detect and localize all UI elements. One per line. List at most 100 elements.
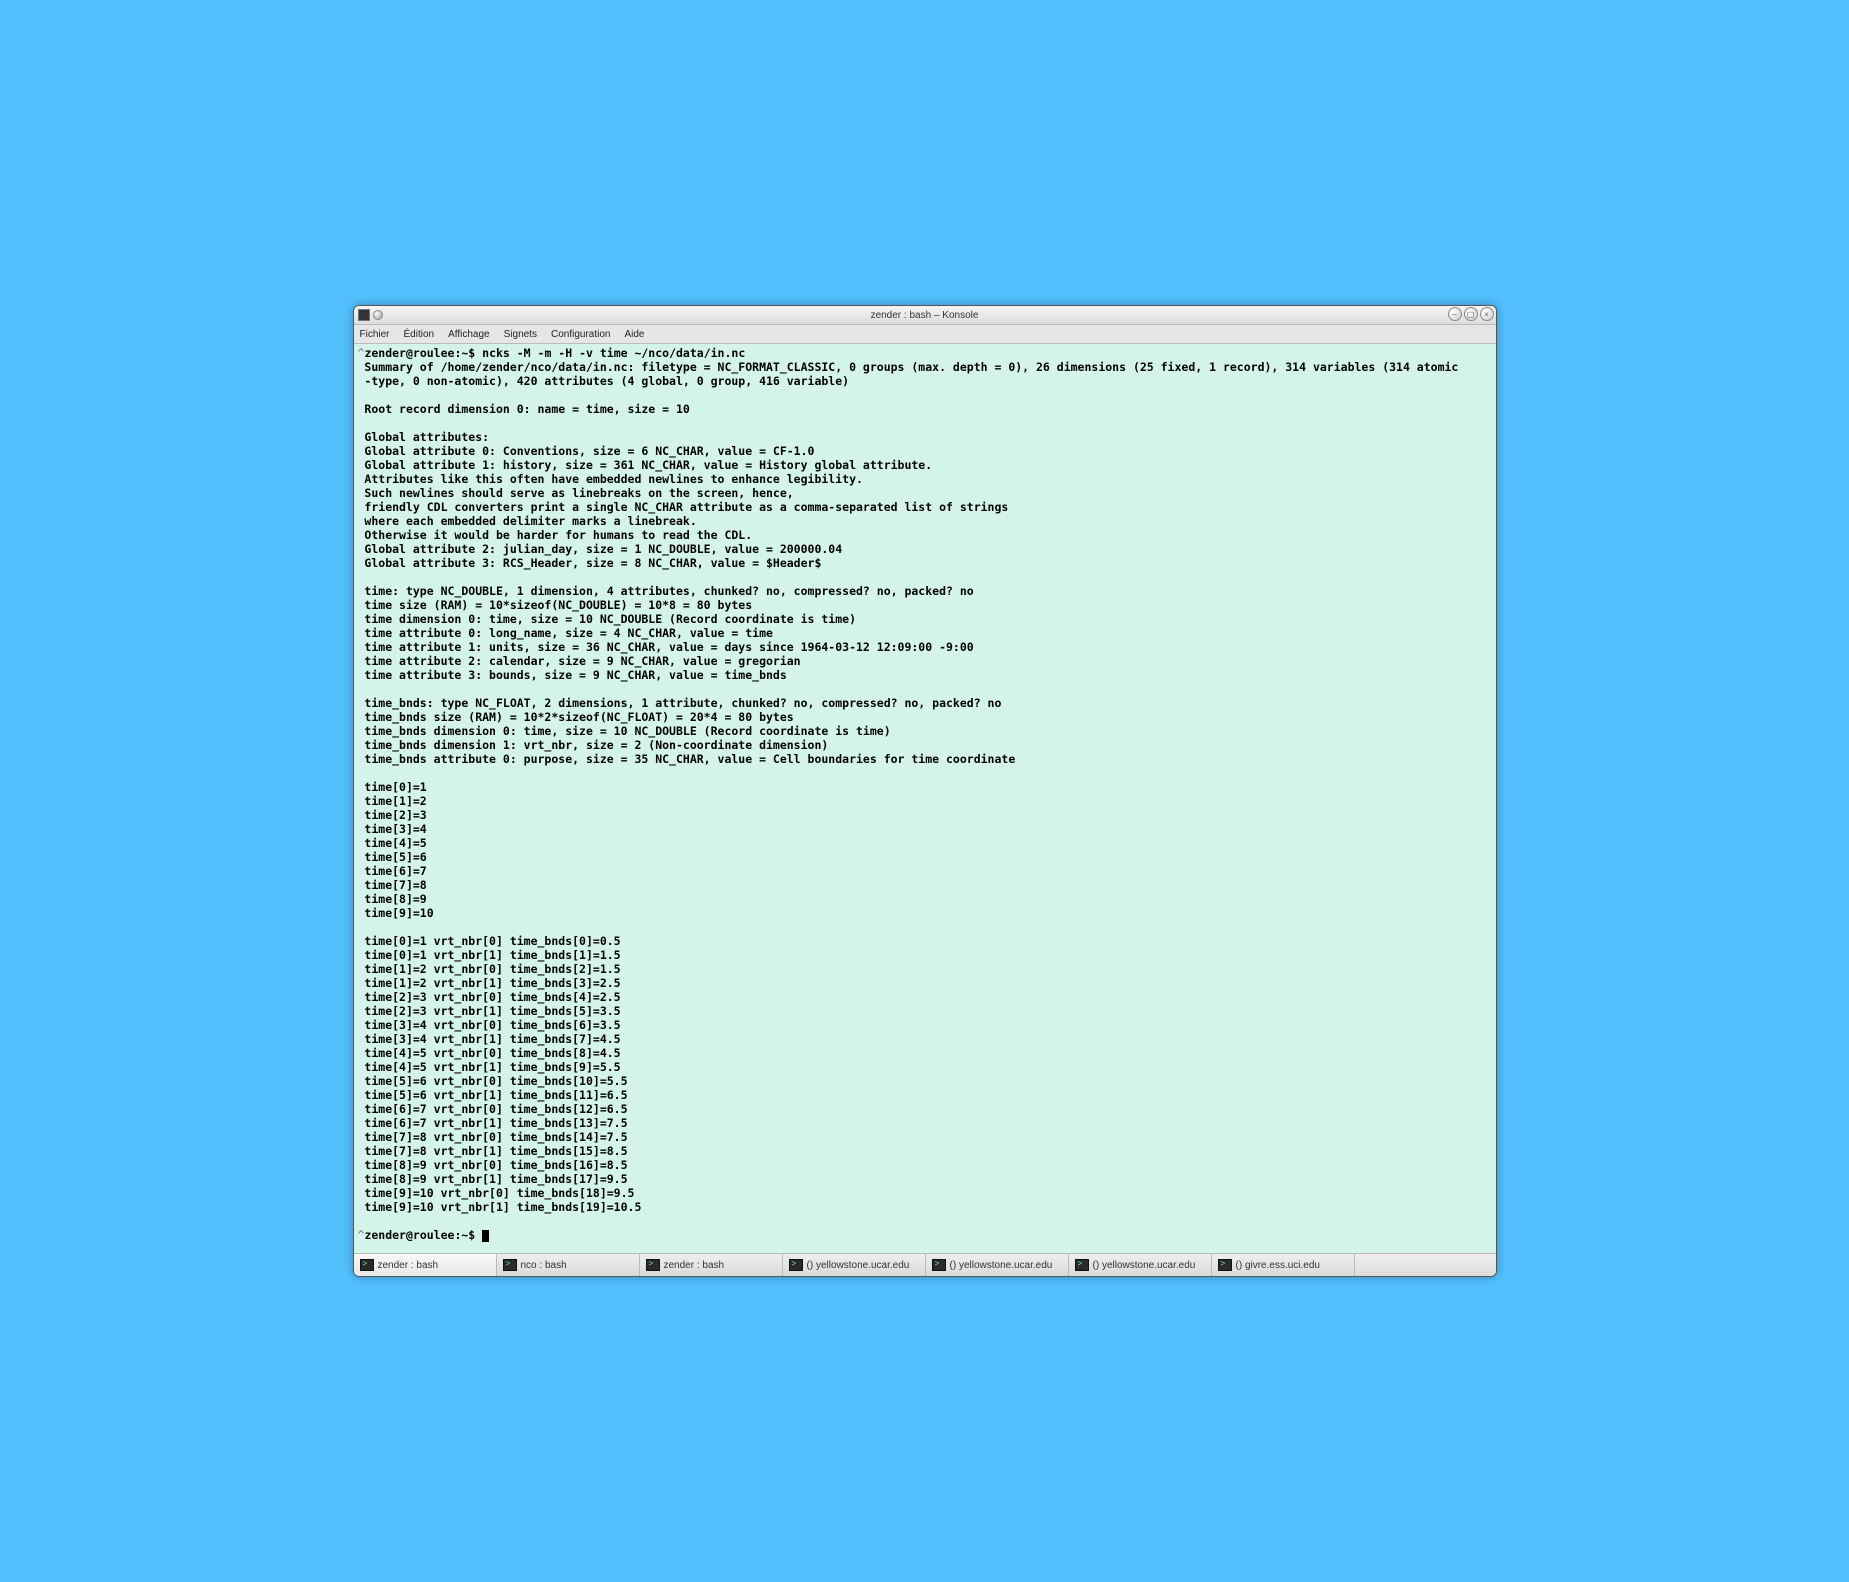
- app-icon: [358, 309, 370, 321]
- terminal-icon: [1075, 1259, 1089, 1271]
- output-line: time[2]=3 vrt_nbr[1] time_bnds[5]=3.5: [358, 1004, 1492, 1018]
- window-title: zender : bash – Konsole: [354, 310, 1496, 321]
- terminal-icon: [1218, 1259, 1232, 1271]
- output-line: Attributes like this often have embedded…: [358, 472, 1492, 486]
- output-line: time_bnds dimension 0: time, size = 10 N…: [358, 724, 1492, 738]
- konsole-window: zender : bash – Konsole – ▢ × Fichier Éd…: [353, 305, 1497, 1277]
- output-line: Global attribute 3: RCS_Header, size = 8…: [358, 556, 1492, 570]
- output-line: time[8]=9 vrt_nbr[1] time_bnds[17]=9.5: [358, 1172, 1492, 1186]
- tab-label: () yellowstone.ucar.edu: [1093, 1260, 1196, 1271]
- tab-session-5[interactable]: () yellowstone.ucar.edu: [926, 1254, 1069, 1276]
- menubar: Fichier Édition Affichage Signets Config…: [354, 325, 1496, 344]
- output-line: time[3]=4: [358, 822, 1492, 836]
- output-line: time attribute 1: units, size = 36 NC_CH…: [358, 640, 1492, 654]
- output-line: time[5]=6: [358, 850, 1492, 864]
- tab-session-6[interactable]: () yellowstone.ucar.edu: [1069, 1254, 1212, 1276]
- output-line: time attribute 3: bounds, size = 9 NC_CH…: [358, 668, 1492, 682]
- output-line: friendly CDL converters print a single N…: [358, 500, 1492, 514]
- output-line: time[5]=6 vrt_nbr[1] time_bnds[11]=6.5: [358, 1088, 1492, 1102]
- terminal-icon: [503, 1259, 517, 1271]
- output-line: time: type NC_DOUBLE, 1 dimension, 4 att…: [358, 584, 1492, 598]
- output-line: Global attributes:: [358, 430, 1492, 444]
- output-line: time[7]=8: [358, 878, 1492, 892]
- output-line: [358, 920, 1492, 934]
- output-line: time attribute 2: calendar, size = 9 NC_…: [358, 654, 1492, 668]
- output-line: Global attribute 0: Conventions, size = …: [358, 444, 1492, 458]
- tab-session-3[interactable]: zender : bash: [640, 1254, 783, 1276]
- output-line: [358, 682, 1492, 696]
- output-line: time[9]=10 vrt_nbr[1] time_bnds[19]=10.5: [358, 1200, 1492, 1214]
- output-line: time_bnds: type NC_FLOAT, 2 dimensions, …: [358, 696, 1492, 710]
- output-line: time[7]=8 vrt_nbr[0] time_bnds[14]=7.5: [358, 1130, 1492, 1144]
- tab-label: () givre.ess.uci.edu: [1236, 1260, 1320, 1271]
- output-line: time[6]=7 vrt_nbr[0] time_bnds[12]=6.5: [358, 1102, 1492, 1116]
- tab-label: () yellowstone.ucar.edu: [807, 1260, 910, 1271]
- titlebar[interactable]: zender : bash – Konsole – ▢ ×: [354, 306, 1496, 325]
- terminal-icon: [789, 1259, 803, 1271]
- output-line: [358, 766, 1492, 780]
- output-line: time[2]=3: [358, 808, 1492, 822]
- terminal-icon: [932, 1259, 946, 1271]
- tab-label: nco : bash: [521, 1260, 567, 1271]
- tab-label: zender : bash: [378, 1260, 439, 1271]
- output-line: Such newlines should serve as linebreaks…: [358, 486, 1492, 500]
- menu-signets[interactable]: Signets: [504, 329, 537, 340]
- output-line: time[3]=4 vrt_nbr[0] time_bnds[6]=3.5: [358, 1018, 1492, 1032]
- tab-label: () yellowstone.ucar.edu: [950, 1260, 1053, 1271]
- output-line: Global attribute 1: history, size = 361 …: [358, 458, 1492, 472]
- output-line: time[4]=5: [358, 836, 1492, 850]
- menu-affichage[interactable]: Affichage: [448, 329, 490, 340]
- maximize-button[interactable]: ▢: [1464, 307, 1478, 321]
- tab-session-2[interactable]: nco : bash: [497, 1254, 640, 1276]
- output-line: time[4]=5 vrt_nbr[1] time_bnds[9]=5.5: [358, 1060, 1492, 1074]
- output-line: where each embedded delimiter marks a li…: [358, 514, 1492, 528]
- menu-aide[interactable]: Aide: [624, 329, 644, 340]
- tab-label: zender : bash: [664, 1260, 725, 1271]
- output-line: time[4]=5 vrt_nbr[0] time_bnds[8]=4.5: [358, 1046, 1492, 1060]
- entered-command: ncks -M -m -H -v time ~/nco/data/in.nc: [482, 346, 745, 360]
- output-line: time[1]=2 vrt_nbr[0] time_bnds[2]=1.5: [358, 962, 1492, 976]
- output-line: time_bnds attribute 0: purpose, size = 3…: [358, 752, 1492, 766]
- output-line: time dimension 0: time, size = 10 NC_DOU…: [358, 612, 1492, 626]
- output-line: Root record dimension 0: name = time, si…: [358, 402, 1492, 416]
- tab-session-4[interactable]: () yellowstone.ucar.edu: [783, 1254, 926, 1276]
- menu-configuration[interactable]: Configuration: [551, 329, 610, 340]
- output-line: time[0]=1 vrt_nbr[1] time_bnds[1]=1.5: [358, 948, 1492, 962]
- cursor: [482, 1230, 489, 1242]
- terminal-icon: [360, 1259, 374, 1271]
- output-line: time[0]=1: [358, 780, 1492, 794]
- menu-edition[interactable]: Édition: [404, 329, 435, 340]
- output-line: time[3]=4 vrt_nbr[1] time_bnds[7]=4.5: [358, 1032, 1492, 1046]
- output-line: time size (RAM) = 10*sizeof(NC_DOUBLE) =…: [358, 598, 1492, 612]
- output-line: time_bnds size (RAM) = 10*2*sizeof(NC_FL…: [358, 710, 1492, 724]
- output-line: Global attribute 2: julian_day, size = 1…: [358, 542, 1492, 556]
- shade-icon[interactable]: [373, 310, 383, 320]
- output-line: time[9]=10 vrt_nbr[0] time_bnds[18]=9.5: [358, 1186, 1492, 1200]
- output-line: time[1]=2 vrt_nbr[1] time_bnds[3]=2.5: [358, 976, 1492, 990]
- output-line: time[2]=3 vrt_nbr[0] time_bnds[4]=2.5: [358, 990, 1492, 1004]
- output-line: time[6]=7 vrt_nbr[1] time_bnds[13]=7.5: [358, 1116, 1492, 1130]
- minimize-button[interactable]: –: [1448, 307, 1462, 321]
- taskbar: zender : bash nco : bash zender : bash (…: [354, 1253, 1496, 1276]
- terminal-viewport[interactable]: ^zender@roulee:~$ ncks -M -m -H -v time …: [354, 344, 1496, 1253]
- output-line: [358, 1214, 1492, 1228]
- output-line: time[1]=2: [358, 794, 1492, 808]
- close-button[interactable]: ×: [1480, 307, 1494, 321]
- output-line: -type, 0 non-atomic), 420 attributes (4 …: [358, 374, 1492, 388]
- tab-session-7[interactable]: () givre.ess.uci.edu: [1212, 1254, 1355, 1276]
- tab-session-1[interactable]: zender : bash: [354, 1254, 497, 1276]
- output-line: time[7]=8 vrt_nbr[1] time_bnds[15]=8.5: [358, 1144, 1492, 1158]
- terminal-icon: [646, 1259, 660, 1271]
- output-line: [358, 570, 1492, 584]
- output-line: Summary of /home/zender/nco/data/in.nc: …: [358, 360, 1492, 374]
- output-line: time attribute 0: long_name, size = 4 NC…: [358, 626, 1492, 640]
- output-line: time[6]=7: [358, 864, 1492, 878]
- output-line: time_bnds dimension 1: vrt_nbr, size = 2…: [358, 738, 1492, 752]
- output-line: time[8]=9 vrt_nbr[0] time_bnds[16]=8.5: [358, 1158, 1492, 1172]
- output-line: [358, 388, 1492, 402]
- output-line: Otherwise it would be harder for humans …: [358, 528, 1492, 542]
- output-line: [358, 416, 1492, 430]
- prompt: zender@roulee:~$: [364, 346, 482, 360]
- menu-fichier[interactable]: Fichier: [360, 329, 390, 340]
- output-line: time[8]=9: [358, 892, 1492, 906]
